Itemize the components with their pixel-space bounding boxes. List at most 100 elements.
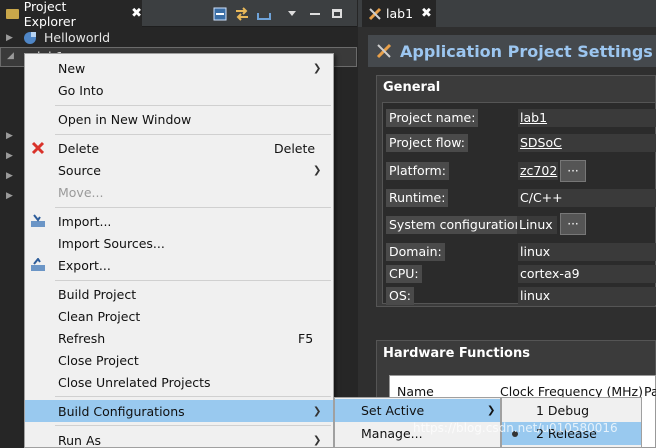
menu-label: Source <box>58 162 101 178</box>
menu-label: Clean Project <box>58 308 141 324</box>
menu-separator <box>55 396 331 397</box>
menu-item-go-into[interactable]: Go Into <box>25 79 333 101</box>
menu-label: Import... <box>58 213 112 229</box>
tab-project-explorer[interactable]: Project Explorer ✖ <box>0 0 142 29</box>
menu-label: Set Active <box>361 403 425 418</box>
field-label: System configuration: <box>386 216 530 234</box>
field-label: Domain: <box>386 243 445 261</box>
section-title: Hardware Functions <box>383 346 530 361</box>
menu-item-import-sources[interactable]: Import Sources... <box>25 232 333 254</box>
context-menu: New ❯ Go Into Open in New Window Delete … <box>24 53 334 448</box>
chevron-right-icon: ❯ <box>487 405 496 416</box>
menu-label: Close Unrelated Projects <box>58 374 211 390</box>
project-flow-link[interactable]: SDSoC <box>518 134 656 152</box>
menu-label: Build Project <box>58 286 137 302</box>
expand-icon[interactable]: ▶ <box>6 191 13 201</box>
delete-icon <box>30 140 46 156</box>
field-label: OS: <box>386 287 414 305</box>
menu-label: 1 Debug <box>536 403 590 418</box>
chevron-right-icon: ❯ <box>313 164 322 176</box>
close-icon[interactable]: ✖ <box>131 6 142 21</box>
menu-label: Open in New Window <box>58 111 192 127</box>
system-config-browse-button[interactable]: ··· <box>560 213 586 235</box>
menu-item-new[interactable]: New ❯ <box>25 57 333 79</box>
platform-browse-button[interactable]: ··· <box>560 160 586 182</box>
menu-separator <box>55 105 331 106</box>
menu-separator <box>55 207 331 208</box>
platform-link[interactable]: zc702 <box>518 162 558 180</box>
import-icon <box>30 213 46 229</box>
project-icon <box>24 31 36 44</box>
chevron-right-icon: ❯ <box>313 405 322 417</box>
view-menu-icon[interactable] <box>282 4 302 23</box>
tree-item-label: Helloworld <box>44 30 111 45</box>
collapse-icon[interactable]: ◢ <box>7 51 17 61</box>
menu-item-import[interactable]: Import... <box>25 210 333 232</box>
menu-shortcut: F5 <box>298 330 314 346</box>
column-header-parent[interactable]: Pa <box>644 384 656 399</box>
expand-icon[interactable]: ▶ <box>6 33 16 43</box>
page-title: Application Project Settings <box>400 41 653 61</box>
expand-icon[interactable]: ▶ <box>6 171 13 181</box>
minimize-icon[interactable] <box>305 4 325 23</box>
expand-icon[interactable]: ▶ <box>6 131 13 141</box>
menu-item-clean-project[interactable]: Clean Project <box>25 305 333 327</box>
close-icon[interactable]: ✖ <box>421 6 432 21</box>
tree-item-helloworld[interactable]: ▶ Helloworld <box>0 28 357 47</box>
collapse-all-icon[interactable] <box>210 4 230 23</box>
menu-item-delete[interactable]: Delete Delete <box>25 137 333 159</box>
field-label: Runtime: <box>386 189 449 207</box>
menu-item-build-project[interactable]: Build Project <box>25 283 333 305</box>
expand-icon[interactable]: ▶ <box>6 151 13 161</box>
menu-separator <box>55 425 331 426</box>
menu-item-close-project[interactable]: Close Project <box>25 349 333 371</box>
chevron-right-icon: ❯ <box>313 62 322 74</box>
link-with-editor-icon[interactable] <box>232 4 252 23</box>
filter-icon[interactable] <box>254 4 274 23</box>
menu-item-move: Move... <box>25 181 333 203</box>
menu-label: Import Sources... <box>58 235 165 251</box>
menu-item-close-unrelated[interactable]: Close Unrelated Projects <box>25 371 333 393</box>
menu-label: Export... <box>58 257 111 273</box>
system-config-value: Linux <box>517 216 557 234</box>
menu-item-open-new-window[interactable]: Open in New Window <box>25 108 333 130</box>
menu-label: Close Project <box>58 352 139 368</box>
domain-value: linux <box>518 243 656 261</box>
menu-label: Go Into <box>58 82 104 98</box>
watermark: https://blog.csdn.net/u010580016 <box>413 421 618 435</box>
menu-item-export[interactable]: Export... <box>25 254 333 276</box>
sdx-project-icon <box>368 7 382 20</box>
menu-label: New <box>58 60 86 76</box>
field-label: Project flow: <box>386 134 469 152</box>
field-label: CPU: <box>386 265 422 283</box>
tab-label: Project Explorer <box>23 0 76 29</box>
menu-item-run-as[interactable]: Run As ❯ <box>25 429 333 448</box>
sdx-project-icon <box>376 43 392 59</box>
field-label: Project name: <box>386 109 479 127</box>
menu-item-source[interactable]: Source ❯ <box>25 159 333 181</box>
settings-header: Application Project Settings <box>368 35 656 67</box>
menu-item-refresh[interactable]: Refresh F5 <box>25 327 333 349</box>
menu-item-debug[interactable]: 1 Debug <box>502 399 641 422</box>
menu-item-build-configurations[interactable]: Build Configurations ❯ <box>25 400 333 422</box>
tab-lab1[interactable]: lab1 ✖ <box>362 0 436 27</box>
project-explorer-icon <box>6 8 19 19</box>
menu-label: Run As <box>58 432 102 448</box>
chevron-right-icon: ❯ <box>313 434 322 446</box>
tab-label: lab1 <box>386 6 414 21</box>
maximize-icon[interactable] <box>327 4 347 23</box>
field-label: Platform: <box>386 162 449 180</box>
runtime-value: C/C++ <box>518 189 656 207</box>
menu-item-set-active[interactable]: Set Active ❯ <box>335 399 500 422</box>
os-value: linux <box>518 287 656 305</box>
menu-label: Build Configurations <box>58 403 185 419</box>
cpu-value: cortex-a9 <box>518 265 656 283</box>
menu-label: Move... <box>58 184 104 200</box>
section-title: General <box>383 80 441 95</box>
menu-separator <box>55 280 331 281</box>
menu-label: Refresh <box>58 330 106 346</box>
menu-separator <box>55 134 331 135</box>
project-name-link[interactable]: lab1 <box>518 109 656 127</box>
menu-label: Delete <box>58 140 100 156</box>
export-icon <box>30 257 46 273</box>
